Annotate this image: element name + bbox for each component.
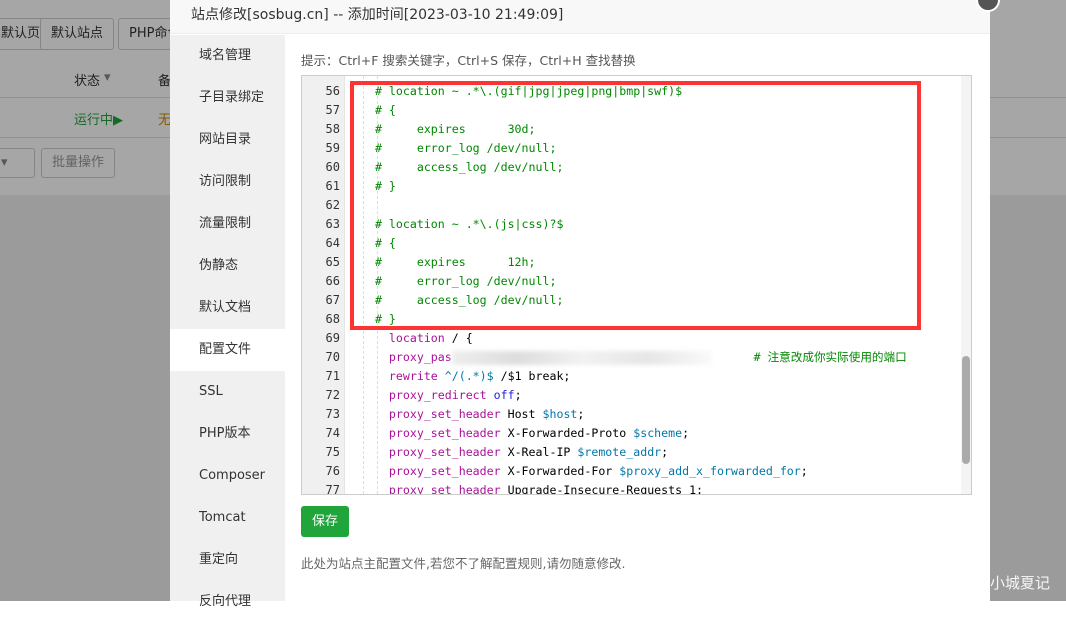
code-token: / {	[444, 331, 473, 345]
sidebar-item[interactable]: 配置文件	[170, 329, 285, 371]
line-number: 72	[325, 388, 340, 402]
code-token: $host	[542, 407, 578, 421]
editor-hint: 提示：Ctrl+F 搜索关键字，Ctrl+S 保存，Ctrl+H 查找替换	[301, 53, 636, 68]
line-number: 65	[325, 255, 340, 269]
sidebar-item[interactable]: PHP版本	[170, 413, 285, 455]
code-line: proxy_set_header X-Real-IP $remote_addr;	[361, 443, 668, 462]
code-line: proxy_set_header Upgrade-Insecure-Reques…	[361, 481, 704, 495]
line-number: 75	[325, 445, 340, 459]
line-number: 70	[325, 350, 340, 364]
sidebar-item[interactable]: 流量限制	[170, 203, 285, 245]
code-token: ^/(.*)$	[437, 369, 494, 383]
line-number: 63	[325, 217, 340, 231]
code-token: X-Forwarded-Proto	[500, 426, 634, 440]
code-token: X-Real-IP	[500, 445, 578, 459]
code-token: proxy_set_header	[361, 407, 501, 421]
line-number-gutter: 56 57 58 59 60 61 62 63 64 65 66 67 68 69 70 71 72 73 74 75…	[302, 76, 345, 494]
sidebar-item[interactable]: 默认文档	[170, 287, 285, 329]
code-token: ;	[682, 426, 690, 440]
editor-scrollbar[interactable]	[961, 76, 971, 494]
code-token: proxy_set_header	[361, 445, 501, 459]
code-token: ;	[514, 388, 522, 402]
redacted-text	[451, 350, 712, 365]
code-token: proxy_set_header	[361, 483, 501, 495]
line-number: 62	[325, 198, 340, 212]
line-number: 68	[325, 312, 340, 326]
line-number: 60	[325, 160, 340, 174]
line-number: 71	[325, 369, 340, 383]
line-number: 73	[325, 407, 340, 421]
code-line: proxy_pas # 注意改成你实际使用的端口	[361, 348, 907, 367]
modal-sidebar: 域名管理 子目录绑定 网站目录 访问限制 流量限制 伪静态 默认文档 配置文件 SSL PHP版本…	[170, 35, 285, 609]
code-token: rewrite	[361, 369, 438, 383]
sidebar-item[interactable]: 重定向	[170, 539, 285, 581]
code-token: off	[486, 388, 515, 402]
line-number: 59	[325, 141, 340, 155]
sidebar-item[interactable]: 访问限制	[170, 161, 285, 203]
line-number: 74	[325, 426, 340, 440]
sidebar-item[interactable]: 子目录绑定	[170, 77, 285, 119]
line-number: 67	[325, 293, 340, 307]
sidebar-item[interactable]: 反向代理	[170, 581, 285, 623]
line-number: 58	[325, 122, 340, 136]
code-token: $scheme	[633, 426, 683, 440]
code-token: ;	[800, 464, 808, 478]
config-note: 此处为站点主配置文件,若您不了解配置规则,请勿随意修改.	[301, 556, 626, 571]
code-token: proxy_set_header	[361, 464, 501, 478]
code-token: $proxy_add_x_forwarded_for	[619, 464, 801, 478]
save-button[interactable]: 保存	[301, 506, 349, 537]
code-token: proxy_redirect	[361, 388, 487, 402]
sidebar-item[interactable]: 伪静态	[170, 245, 285, 287]
code-token: Host	[500, 407, 543, 421]
line-number: 69	[325, 331, 340, 345]
sidebar-item[interactable]: Composer	[170, 455, 285, 497]
code-line: proxy_set_header X-Forwarded-For $proxy_…	[361, 462, 808, 481]
site-edit-modal: 站点修改[sosbug.cn] -- 添加时间[2023-03-10 21:49…	[170, 0, 990, 609]
highlight-box	[350, 81, 921, 330]
code-token: X-Forwarded-For	[500, 464, 620, 478]
line-number: 57	[325, 103, 340, 117]
sidebar-item[interactable]: 域名管理	[170, 35, 285, 77]
sidebar-item[interactable]: Tomcat	[170, 497, 285, 539]
line-number: 76	[325, 464, 340, 478]
code-token: # 注意改成你实际使用的端口	[711, 350, 907, 364]
code-line: rewrite ^/(.*)$ /$1 break;	[361, 367, 571, 386]
scrollbar-thumb[interactable]	[962, 356, 970, 464]
code-token: ;	[577, 407, 585, 421]
line-number: 56	[325, 84, 340, 98]
code-line: location / {	[361, 329, 473, 348]
code-token: proxy_pas	[361, 350, 452, 364]
code-token: proxy_set_header	[361, 426, 501, 440]
line-number: 77	[325, 483, 340, 495]
line-number: 66	[325, 274, 340, 288]
code-token: Upgrade-Insecure-Requests 1;	[500, 483, 704, 495]
line-number: 61	[325, 179, 340, 193]
code-line: proxy_set_header Host $host;	[361, 405, 584, 424]
config-editor[interactable]: 56 57 58 59 60 61 62 63 64 65 66 67 68 69 70 71 72 73 74 75…	[301, 75, 972, 495]
code-token: /$1 break;	[493, 369, 571, 383]
code-line: proxy_redirect off;	[361, 386, 522, 405]
watermark: CSDN @小城夏记	[927, 574, 1050, 592]
modal-title: 站点修改[sosbug.cn] -- 添加时间[2023-03-10 21:49…	[170, 0, 990, 34]
sidebar-item[interactable]: SSL	[170, 371, 285, 413]
code-token: $remote_addr	[577, 445, 662, 459]
sidebar-item[interactable]: 网站目录	[170, 119, 285, 161]
code-token: location	[361, 331, 445, 345]
line-number: 64	[325, 236, 340, 250]
code-line: proxy_set_header X-Forwarded-Proto $sche…	[361, 424, 689, 443]
code-token: ;	[661, 445, 669, 459]
